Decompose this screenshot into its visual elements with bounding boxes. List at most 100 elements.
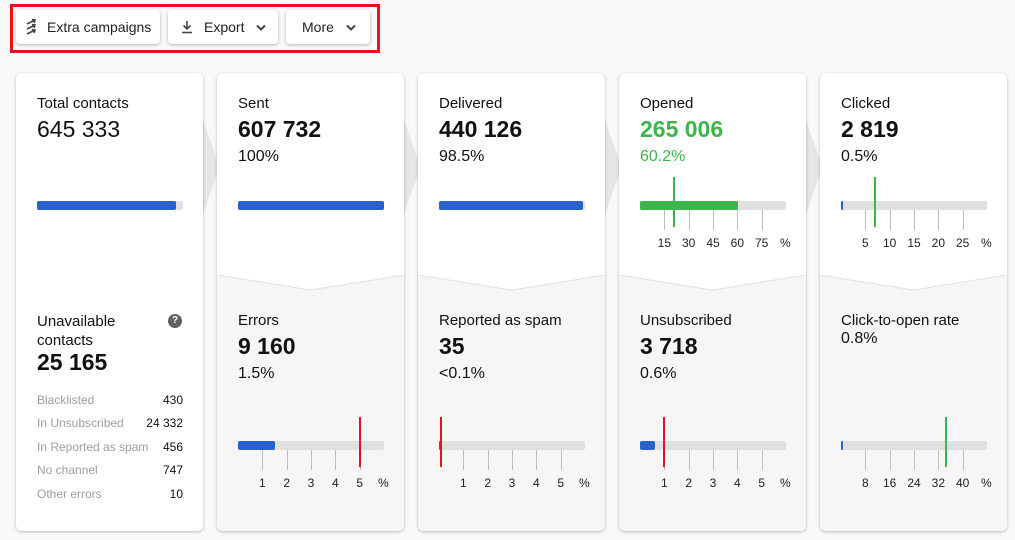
click-to-open-rate-tick (889, 450, 891, 470)
reported-as-spam-threshold-marker (440, 417, 443, 467)
errors-value: 9 160 (238, 333, 296, 359)
reported-as-spam-tick-label: 2 (484, 476, 491, 490)
breakdown-value: 747 (162, 463, 183, 477)
unsubscribed-tick-label: 5 (758, 476, 765, 490)
reported-as-spam-tick-label: 5 (557, 476, 564, 490)
clicked-tick-label: 20 (931, 236, 946, 250)
errors-bar-fill (238, 441, 275, 450)
unsubscribed-percent: 0.6% (640, 365, 677, 382)
errors-tick (311, 450, 312, 470)
reported-as-spam-tick (536, 450, 538, 470)
clicked-tick (914, 210, 915, 230)
errors-unit-label: % (378, 476, 389, 490)
unsubscribed-tick (737, 450, 739, 470)
opened-unit-label: % (780, 236, 791, 250)
errors-percent: 1.5% (238, 365, 275, 382)
unsubscribed-bar (640, 441, 786, 450)
connector-arrow (404, 120, 418, 214)
breakdown-label: Blacklisted (37, 393, 95, 407)
clicked-tick (962, 210, 964, 230)
connector-arrow (203, 120, 217, 214)
help-icon[interactable]: ? (168, 314, 182, 328)
click-to-open-rate-tick (962, 450, 964, 470)
click-to-open-rate-tick-label: 8 (861, 476, 869, 490)
unsubscribed-unit-label: % (780, 476, 791, 490)
sent-percent: 100% (238, 148, 279, 165)
opened-tick (688, 210, 690, 230)
total-contacts-bar-fill (37, 201, 176, 210)
breakdown-row: No channel 747 (37, 463, 183, 477)
extra-campaigns-label: Extra campaigns (47, 19, 152, 35)
reported-as-spam-title: Reported as spam (439, 312, 562, 329)
click-to-open-rate-tick-label: 24 (907, 476, 921, 490)
breakdown-value: 10 (169, 487, 183, 501)
click-to-open-rate-title: Click-to-open rate (841, 312, 960, 329)
errors-tick (262, 450, 264, 470)
errors-bar (238, 441, 384, 450)
opened-tick (664, 210, 666, 230)
errors-tick-label: 1 (258, 476, 266, 490)
clicked-tick-label: 15 (907, 236, 921, 250)
unsubscribed-title: Unsubscribed (640, 312, 732, 329)
clicked-tick-label: 5 (861, 236, 869, 250)
errors-tick (286, 450, 288, 470)
breakdown-label: Other errors (37, 487, 102, 501)
delivered-value: 440 126 (439, 116, 523, 142)
total-contacts-value: 645 333 (37, 116, 121, 142)
reported-as-spam-bar (439, 441, 585, 450)
breakdown-value: 430 (162, 393, 183, 407)
breakdown-row: In Reported as spam 456 (37, 440, 183, 454)
errors-tick-label: 2 (283, 476, 290, 490)
total-contacts-title: Total contacts (37, 95, 129, 112)
more-button[interactable]: More (286, 10, 370, 44)
opened-tick-label: 45 (706, 236, 720, 250)
sent-bar (238, 201, 384, 210)
extra-campaigns-button[interactable]: Extra campaigns (16, 10, 160, 44)
unsubscribed-tick (713, 450, 714, 470)
card-total-contacts: Total contacts 645 333 Unavailable conta… (16, 73, 203, 531)
opened-value: 265 006 (640, 116, 724, 142)
sent-title: Sent (238, 95, 269, 112)
clicked-tick-label: 10 (882, 236, 897, 250)
opened-percent: 60.2% (640, 148, 686, 165)
breakdown-row: Blacklisted 430 (37, 393, 183, 407)
click-to-open-rate-tick (865, 450, 867, 470)
clicked-tick (938, 210, 940, 230)
click-to-open-rate-tick (938, 450, 940, 470)
reported-as-spam-unit-label: % (579, 476, 590, 490)
total-contacts-bar (37, 201, 183, 210)
card-clicked: Clicked 2 819 0.5% 5 10 15 20 25% Click-to-open … (820, 73, 1007, 531)
errors-tick (335, 450, 337, 470)
reported-as-spam-value: 35 (439, 333, 465, 359)
unavailable-contacts-title: Unavailable contacts (37, 313, 116, 349)
clicked-bar-fill (841, 201, 844, 210)
opened-tick-label: 30 (681, 236, 696, 250)
unsubscribed-tick-label: 1 (660, 476, 668, 490)
opened-tick-label: 15 (657, 236, 672, 250)
reported-as-spam-percent: <0.1% (439, 365, 485, 382)
reported-as-spam-tick-label: 3 (508, 476, 516, 490)
click-to-open-rate-tick-label: 32 (931, 476, 946, 490)
unsubscribed-tick-label: 3 (709, 476, 717, 490)
export-button[interactable]: Export (168, 10, 278, 44)
clicked-tick (865, 210, 867, 230)
reported-as-spam-tick-label: 1 (459, 476, 467, 490)
errors-title: Errors (238, 312, 279, 329)
clicked-value: 2 819 (841, 116, 899, 142)
card-divider-notch (820, 275, 1007, 291)
breakdown-row: Other errors 10 (37, 487, 183, 501)
opened-tick (737, 210, 739, 230)
click-to-open-rate-tick (914, 450, 915, 470)
click-to-open-rate-tick-label: 16 (882, 476, 897, 490)
click-to-open-rate-tick-label: 40 (955, 476, 970, 490)
export-label: Export (204, 19, 245, 35)
reported-as-spam-tick (512, 450, 513, 470)
opened-threshold-marker (673, 177, 676, 227)
toolbar: Extra campaigns Export More (16, 10, 370, 44)
chevron-down-icon (256, 24, 268, 31)
card-sent: Sent 607 732 100% Errors 9 160 1.5% 1 2 3 4 5% (217, 73, 404, 531)
errors-threshold-marker (358, 417, 361, 467)
clicked-title: Clicked (841, 95, 891, 112)
opened-bar-fill (640, 201, 738, 210)
clicked-unit-label: % (981, 236, 992, 250)
